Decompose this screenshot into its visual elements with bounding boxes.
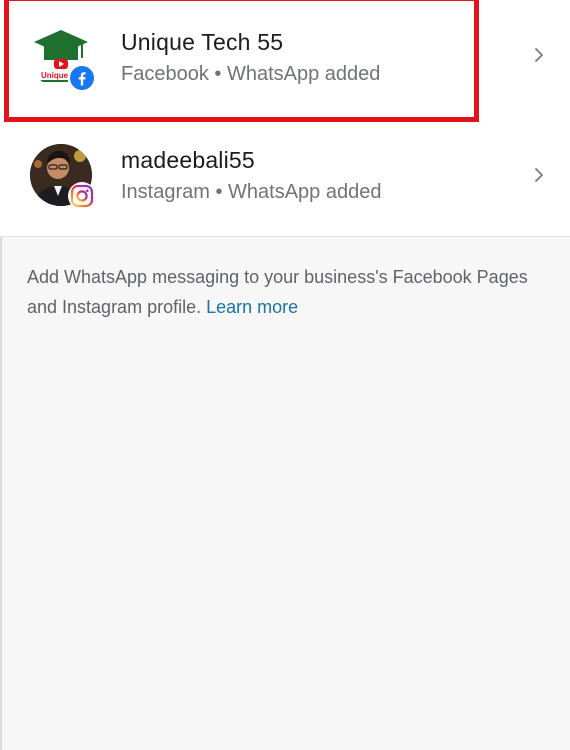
account-name: Unique Tech 55 <box>121 29 284 55</box>
instagram-icon <box>70 184 94 208</box>
accounts-list: Unique Unique Tech 55 Facebook • WhatsAp… <box>0 0 570 237</box>
logo-text: Unique <box>41 71 69 80</box>
account-row-unique-tech[interactable]: Unique Unique Tech 55 Facebook • WhatsAp… <box>0 0 570 122</box>
chevron-right-icon <box>530 46 548 64</box>
facebook-badge <box>68 64 96 92</box>
account-subtitle: Instagram • WhatsApp added <box>121 181 382 203</box>
learn-more-link[interactable]: Learn more <box>206 297 298 317</box>
instagram-badge <box>68 182 96 210</box>
chevron-right-icon <box>530 166 548 184</box>
account-avatar: Unique <box>30 26 96 92</box>
facebook-icon <box>70 66 94 90</box>
account-row-madeebali[interactable]: madeebali55 Instagram • WhatsApp added <box>0 118 570 236</box>
info-text: Add WhatsApp messaging to your business'… <box>27 262 547 322</box>
account-name: madeebali55 <box>121 147 255 173</box>
account-subtitle: Facebook • WhatsApp added <box>121 63 381 85</box>
account-avatar <box>30 144 96 210</box>
app-screen: Unique Unique Tech 55 Facebook • WhatsAp… <box>0 0 570 750</box>
